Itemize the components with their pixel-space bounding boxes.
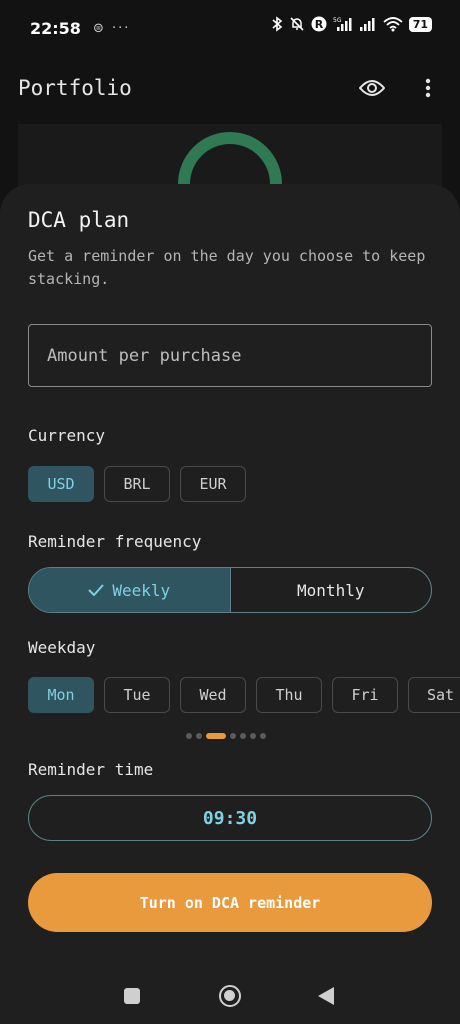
frequency-weekly-button[interactable]: Weekly — [29, 568, 231, 612]
bluetooth-icon — [272, 16, 282, 32]
app-bar: Portfolio — [0, 60, 460, 116]
page-dot — [240, 733, 246, 739]
page-dot-active — [206, 733, 226, 739]
wifi-icon — [383, 17, 403, 32]
frequency-monthly-button[interactable]: Monthly — [231, 568, 432, 612]
page-indicator — [186, 733, 266, 739]
frequency-weekly-label: Weekly — [112, 580, 171, 600]
weekday-chips: Mon Tue Wed Thu Fri Sat — [28, 677, 460, 713]
amount-field[interactable] — [28, 324, 432, 387]
weekday-chip-thu[interactable]: Thu — [256, 677, 322, 713]
status-right-icons: R 5G 71 — [271, 16, 432, 32]
home-icon[interactable] — [219, 985, 241, 1007]
signal-icon — [359, 18, 375, 31]
page-dot — [230, 733, 236, 739]
page-dot — [186, 733, 192, 739]
currency-label: Currency — [28, 426, 106, 445]
mute-bell-icon — [290, 17, 304, 31]
svg-text:R: R — [314, 18, 323, 31]
sheet-title: DCA plan — [28, 208, 130, 232]
check-icon — [88, 584, 105, 596]
page-dot — [196, 733, 202, 739]
frequency-segmented-control: Weekly Monthly — [28, 567, 432, 613]
currency-chips: USD BRL EUR — [28, 466, 246, 502]
page-dot — [250, 733, 256, 739]
status-notification-icons: ⊜ ··· — [92, 20, 131, 36]
system-nav-bar — [0, 968, 460, 1024]
sheet-description: Get a reminder on the day you choose to … — [28, 247, 426, 288]
more-options-button[interactable] — [418, 74, 438, 102]
time-label: Reminder time — [28, 760, 154, 779]
eye-icon — [359, 80, 385, 96]
status-bar: 22:58 ⊜ ··· R 5G 71 — [0, 0, 460, 56]
weekday-chip-wed[interactable]: Wed — [180, 677, 246, 713]
visibility-toggle-button[interactable] — [356, 74, 388, 102]
svg-text:5G: 5G — [333, 17, 342, 24]
dca-plan-sheet: DCA plan Get a reminder on the day you c… — [0, 184, 460, 1024]
more-vert-icon — [425, 78, 431, 98]
currency-chip-usd[interactable]: USD — [28, 466, 94, 502]
weekday-chip-fri[interactable]: Fri — [332, 677, 398, 713]
weekday-chip-mon[interactable]: Mon — [28, 677, 94, 713]
weekday-chip-tue[interactable]: Tue — [104, 677, 170, 713]
frequency-label: Reminder frequency — [28, 532, 202, 551]
turn-on-reminder-button[interactable]: Turn on DCA reminder — [28, 873, 432, 932]
page-title: Portfolio — [18, 76, 132, 100]
frequency-monthly-label: Monthly — [297, 580, 365, 600]
signal-5g-icon: 5G — [333, 17, 352, 31]
weekday-label: Weekday — [28, 638, 96, 657]
currency-chip-brl[interactable]: BRL — [104, 466, 170, 502]
weekday-chip-sat[interactable]: Sat — [408, 677, 460, 713]
r-badge-icon: R — [311, 16, 327, 32]
reminder-time-picker[interactable]: 09:30 — [28, 795, 432, 841]
back-icon[interactable] — [318, 987, 334, 1005]
status-time: 22:58 — [30, 18, 81, 38]
amount-input[interactable] — [47, 345, 413, 366]
battery-indicator: 71 — [408, 16, 432, 32]
page-dot — [260, 733, 266, 739]
currency-chip-eur[interactable]: EUR — [180, 466, 246, 502]
recents-icon[interactable] — [124, 988, 140, 1004]
